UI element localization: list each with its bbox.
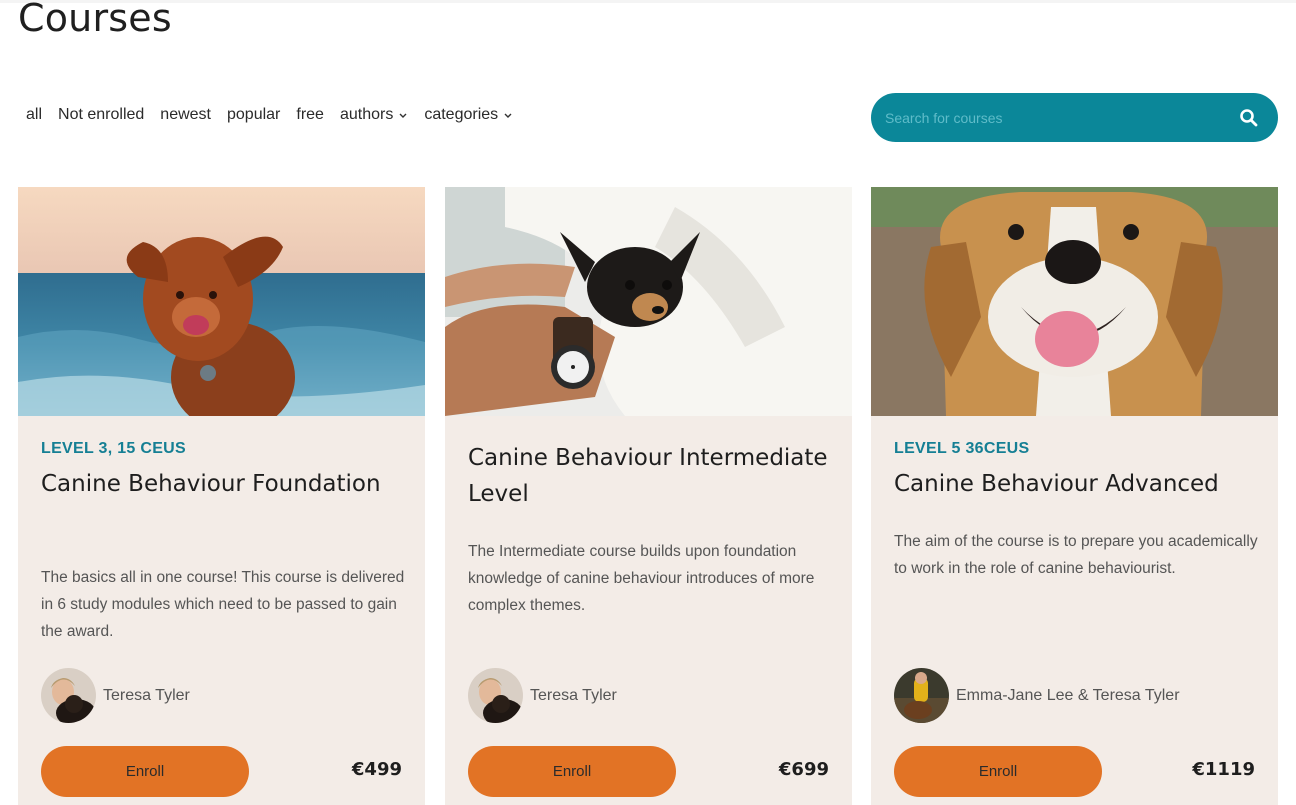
course-card[interactable]: LEVEL 5 36CEUS Canine Behaviour Advanced… xyxy=(871,187,1278,805)
search-icon[interactable] xyxy=(1239,108,1259,128)
course-price: €699 xyxy=(778,759,829,780)
course-description: The basics all in one course! This cours… xyxy=(41,569,405,640)
filter-popular[interactable]: popular xyxy=(227,106,280,124)
avatar xyxy=(41,668,96,723)
chevron-down-icon xyxy=(504,113,512,118)
search-bar xyxy=(871,93,1278,142)
course-card[interactable]: Canine Behaviour Intermediate Level The … xyxy=(445,187,852,805)
course-price: €1119 xyxy=(1192,759,1255,780)
author-name: Teresa Tyler xyxy=(530,686,617,704)
course-image xyxy=(18,187,425,416)
avatar xyxy=(894,668,949,723)
course-description: The aim of the course is to prepare you … xyxy=(894,533,1258,577)
course-image xyxy=(445,187,852,416)
course-image xyxy=(871,187,1278,416)
filter-bar: all Not enrolled newest popular free aut… xyxy=(26,106,529,124)
filter-not-enrolled[interactable]: Not enrolled xyxy=(58,106,144,124)
author-name: Teresa Tyler xyxy=(103,686,190,704)
filter-label: popular xyxy=(227,106,281,123)
filter-label: Not enrolled xyxy=(58,106,145,123)
enroll-button[interactable]: Enroll xyxy=(894,746,1102,797)
course-level: LEVEL 3, 15 CEUS xyxy=(41,440,187,457)
course-card[interactable]: LEVEL 3, 15 CEUS Canine Behaviour Founda… xyxy=(18,187,425,805)
search-input[interactable] xyxy=(885,109,1239,126)
course-description: The Intermediate course builds upon foun… xyxy=(468,543,815,614)
top-divider xyxy=(0,0,1296,3)
enroll-button[interactable]: Enroll xyxy=(468,746,676,797)
filter-authors-dropdown[interactable]: authors xyxy=(340,106,408,124)
filter-all[interactable]: all xyxy=(26,106,42,124)
chevron-down-icon xyxy=(399,113,407,118)
filter-label: newest xyxy=(160,106,211,123)
course-price: €499 xyxy=(351,759,402,780)
enroll-button[interactable]: Enroll xyxy=(41,746,249,797)
avatar xyxy=(468,668,523,723)
filter-categories-dropdown[interactable]: categories xyxy=(424,106,513,124)
filter-free[interactable]: free xyxy=(296,106,324,124)
filter-newest[interactable]: newest xyxy=(160,106,211,124)
filter-label: categories xyxy=(424,106,499,123)
course-level: LEVEL 5 36CEUS xyxy=(894,440,1030,457)
course-author: Teresa Tyler xyxy=(41,668,190,723)
course-title[interactable]: Canine Behaviour Intermediate Level xyxy=(468,440,828,512)
filter-label: authors xyxy=(339,106,394,123)
filter-label: free xyxy=(296,106,324,123)
course-title[interactable]: Canine Behaviour Advanced xyxy=(894,466,1254,502)
author-name: Emma-Jane Lee & Teresa Tyler xyxy=(956,686,1180,704)
page-title: Courses xyxy=(18,0,172,40)
course-author: Emma-Jane Lee & Teresa Tyler xyxy=(894,668,1180,723)
course-title[interactable]: Canine Behaviour Foundation xyxy=(41,466,401,502)
filter-label: all xyxy=(26,106,43,123)
course-author: Teresa Tyler xyxy=(468,668,617,723)
